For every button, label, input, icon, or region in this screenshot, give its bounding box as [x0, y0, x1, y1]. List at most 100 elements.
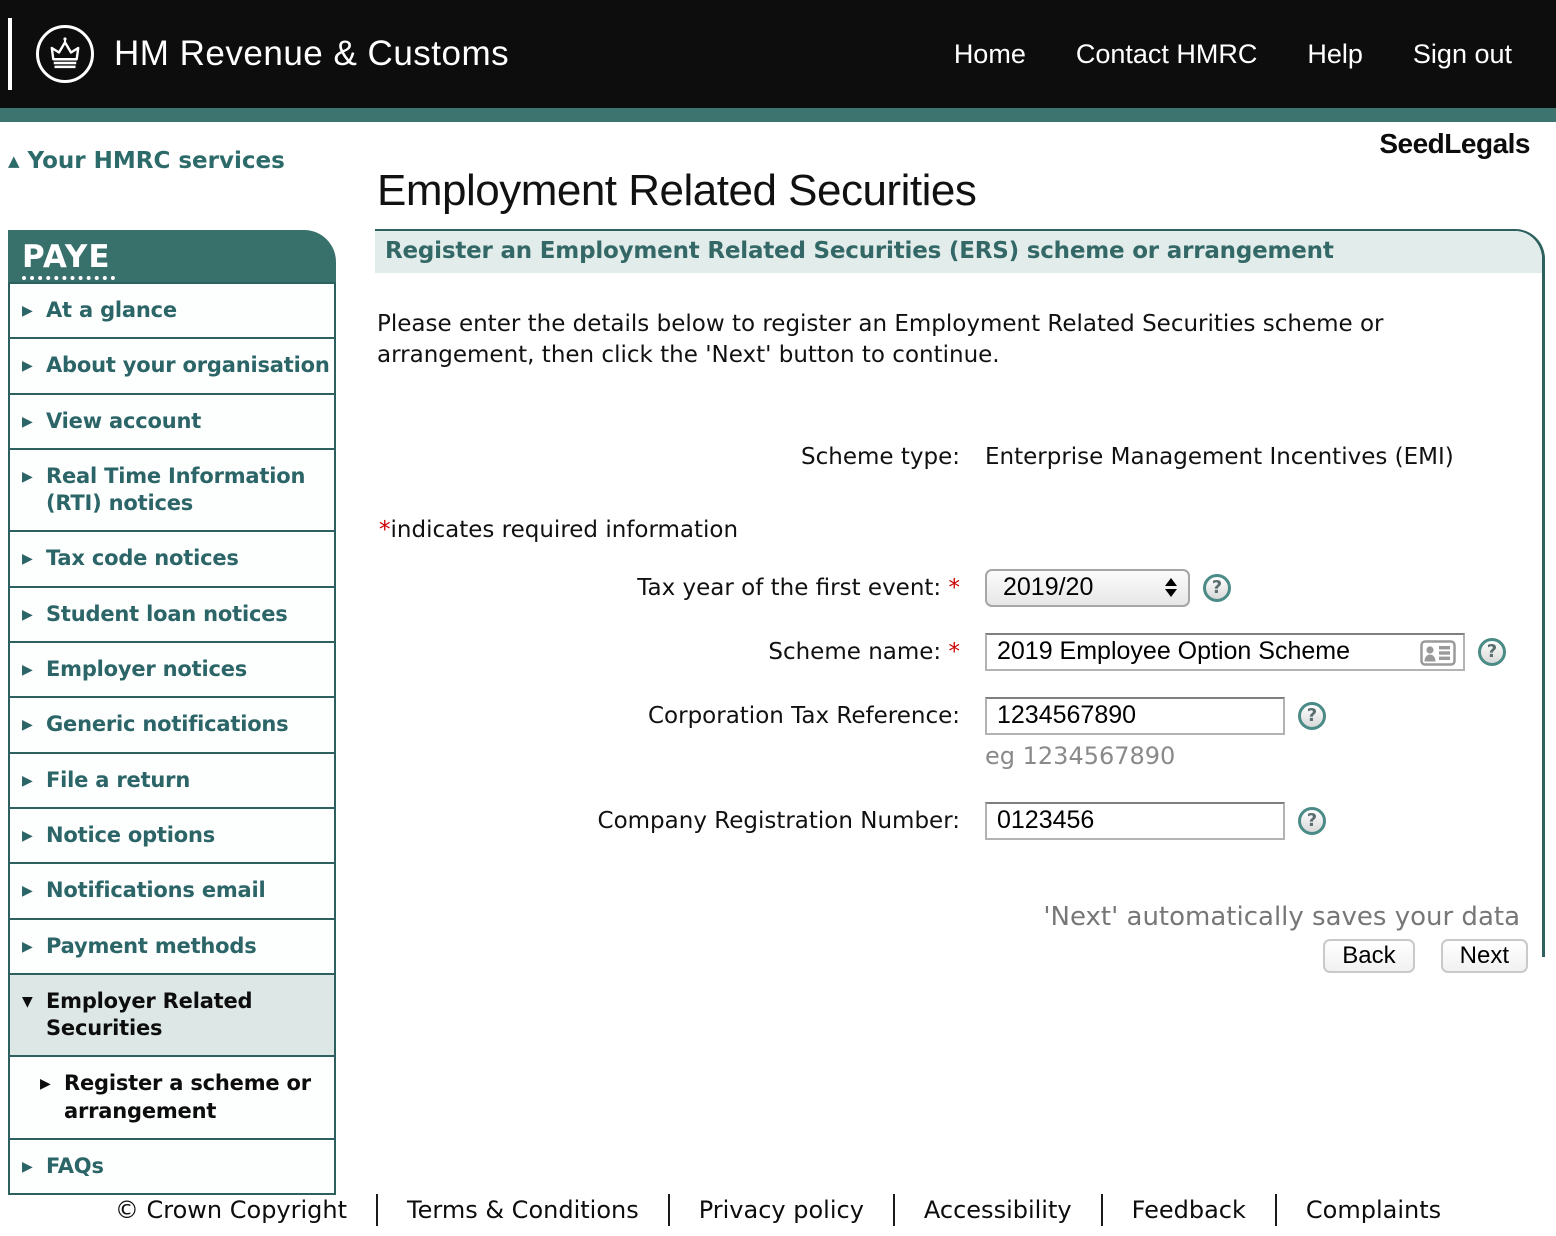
sidebar-item-label: Payment methods	[46, 933, 257, 960]
sidebar-title: PAYE	[8, 230, 336, 284]
autofill-contact-card-icon[interactable]	[1420, 640, 1456, 670]
triangle-right-icon: ▶	[22, 415, 38, 435]
sidebar-item-employer-notices[interactable]: ▶ Employer notices	[8, 641, 336, 698]
sidebar-item-label: Register a scheme or arrangement	[64, 1070, 332, 1125]
scheme-type-label: Scheme type:	[377, 442, 960, 472]
sidebar-item-file-a-return[interactable]: ▶ File a return	[8, 752, 336, 809]
nav-help-link[interactable]: Help	[1307, 39, 1363, 70]
services-link-label: Your HMRC services	[28, 148, 285, 174]
tax-year-selected-value: 2019/20	[1003, 573, 1093, 602]
sidebar-item-label: Notifications email	[46, 877, 266, 904]
top-header: HM Revenue & Customs Home Contact HMRC H…	[0, 0, 1556, 108]
required-asterisk: *	[379, 517, 391, 543]
crn-row: Company Registration Number: ?	[377, 802, 1542, 840]
content-panel: Register an Employment Related Securitie…	[375, 229, 1545, 957]
tax-year-row: Tax year of the first event: * 2019/20 ?	[377, 569, 1542, 607]
footer-privacy-link[interactable]: Privacy policy	[670, 1194, 895, 1226]
triangle-right-icon: ▶	[22, 829, 38, 849]
triangle-right-icon: ▶	[22, 552, 38, 572]
required-asterisk: *	[949, 639, 961, 665]
required-information-note: *indicates required information	[379, 517, 1542, 543]
sidebar-item-label: Real Time Information (RTI) notices	[46, 463, 332, 518]
nav-home-link[interactable]: Home	[954, 39, 1026, 70]
footer: © Crown Copyright Terms & Conditions Pri…	[0, 1194, 1556, 1226]
select-stepper-icon	[1165, 578, 1177, 597]
footer-complaints-link[interactable]: Complaints	[1277, 1194, 1470, 1226]
sidebar-item-about-your-organisation[interactable]: ▶ About your organisation	[8, 337, 336, 394]
ct-reference-input[interactable]	[985, 697, 1285, 735]
sidebar-item-view-account[interactable]: ▶ View account	[8, 393, 336, 450]
triangle-right-icon: ▶	[22, 940, 38, 960]
crn-field: ?	[985, 802, 1542, 840]
triangle-right-icon: ▶	[22, 470, 38, 518]
footer-accessibility-link[interactable]: Accessibility	[895, 1194, 1103, 1226]
sidebar-item-notifications-email[interactable]: ▶ Notifications email	[8, 862, 336, 919]
hmrc-crown-logo-icon	[36, 25, 94, 83]
sidebar-item-employer-related-securities[interactable]: ▼ Employer Related Securities	[8, 973, 336, 1058]
footer-terms-link[interactable]: Terms & Conditions	[378, 1194, 670, 1226]
required-asterisk: *	[949, 575, 961, 601]
teal-divider-bar	[0, 108, 1556, 122]
intro-text: Please enter the details below to regist…	[377, 309, 1472, 370]
scheme-name-label-text: Scheme name:	[768, 639, 941, 665]
tax-year-select[interactable]: 2019/20	[985, 569, 1190, 607]
footer-feedback-link[interactable]: Feedback	[1103, 1194, 1277, 1226]
help-icon[interactable]: ?	[1478, 638, 1506, 666]
triangle-right-icon: ▶	[22, 608, 38, 628]
triangle-right-icon: ▶	[22, 718, 38, 738]
triangle-up-icon: ▲	[8, 154, 20, 169]
scheme-name-row: Scheme name: *	[377, 633, 1542, 671]
scheme-name-field: ?	[985, 633, 1542, 671]
ct-reference-hint: eg 1234567890	[985, 742, 1542, 770]
paye-sidebar: PAYE ▶ At a glance ▶ About your organisa…	[8, 230, 336, 1195]
tax-year-field: 2019/20 ?	[985, 569, 1542, 607]
ct-reference-label: Corporation Tax Reference:	[377, 697, 960, 735]
tax-year-label: Tax year of the first event: *	[377, 569, 960, 607]
back-button[interactable]: Back	[1323, 939, 1414, 973]
help-icon[interactable]: ?	[1298, 702, 1326, 730]
crn-label: Company Registration Number:	[377, 802, 960, 840]
sidebar-item-label: File a return	[46, 767, 190, 794]
triangle-right-icon: ▶	[22, 304, 38, 324]
footer-crown-copyright-link[interactable]: © Crown Copyright	[86, 1194, 378, 1226]
sidebar-title-label: PAYE	[22, 239, 115, 280]
sidebar-item-generic-notifications[interactable]: ▶ Generic notifications	[8, 696, 336, 753]
help-icon[interactable]: ?	[1298, 807, 1326, 835]
ct-reference-row: Corporation Tax Reference: ? eg 12345678…	[377, 697, 1542, 770]
autosave-note: 'Next' automatically saves your data	[377, 902, 1520, 932]
scheme-name-input[interactable]	[985, 633, 1465, 671]
help-icon[interactable]: ?	[1203, 574, 1231, 602]
sidebar-item-label: At a glance	[46, 297, 177, 324]
sidebar-item-label: Generic notifications	[46, 711, 288, 738]
button-row: Back Next	[377, 939, 1528, 973]
main-content: Employment Related Securities Register a…	[375, 168, 1545, 957]
sidebar-item-label: Tax code notices	[46, 545, 239, 572]
sidebar-item-at-a-glance[interactable]: ▶ At a glance	[8, 282, 336, 339]
triangle-right-icon: ▶	[22, 774, 38, 794]
sidebar-item-faqs[interactable]: ▶ FAQs	[8, 1138, 336, 1195]
triangle-down-icon: ▼	[22, 995, 38, 1043]
section-heading: Register an Employment Related Securitie…	[385, 238, 1528, 264]
sidebar-item-payment-methods[interactable]: ▶ Payment methods	[8, 918, 336, 975]
section-heading-bar: Register an Employment Related Securitie…	[375, 231, 1542, 273]
brand-name: HM Revenue & Customs	[114, 34, 509, 74]
sidebar-item-rti-notices[interactable]: ▶ Real Time Information (RTI) notices	[8, 448, 336, 533]
your-hmrc-services-link[interactable]: ▲ Your HMRC services	[8, 148, 285, 174]
sidebar-item-student-loan-notices[interactable]: ▶ Student loan notices	[8, 586, 336, 643]
nav-contact-hmrc-link[interactable]: Contact HMRC	[1076, 39, 1258, 70]
sidebar-item-label: Employer notices	[46, 656, 247, 683]
brand-divider	[8, 18, 12, 90]
next-button[interactable]: Next	[1441, 939, 1528, 973]
sidebar-item-label: Student loan notices	[46, 601, 288, 628]
sidebar-item-notice-options[interactable]: ▶ Notice options	[8, 807, 336, 864]
sidebar-item-tax-code-notices[interactable]: ▶ Tax code notices	[8, 530, 336, 587]
nav-sign-out-link[interactable]: Sign out	[1413, 39, 1512, 70]
sidebar-item-label: FAQs	[46, 1153, 104, 1180]
sidebar-item-label: View account	[46, 408, 201, 435]
top-navigation: Home Contact HMRC Help Sign out	[954, 39, 1512, 70]
sidebar-item-label: Notice options	[46, 822, 215, 849]
crn-input[interactable]	[985, 802, 1285, 840]
page-body: ▲ Your HMRC services SeedLegals PAYE ▶ A…	[0, 122, 1556, 1236]
sidebar-item-register-a-scheme[interactable]: ▶ Register a scheme or arrangement	[8, 1055, 336, 1140]
scheme-type-value: Enterprise Management Incentives (EMI)	[985, 442, 1542, 472]
